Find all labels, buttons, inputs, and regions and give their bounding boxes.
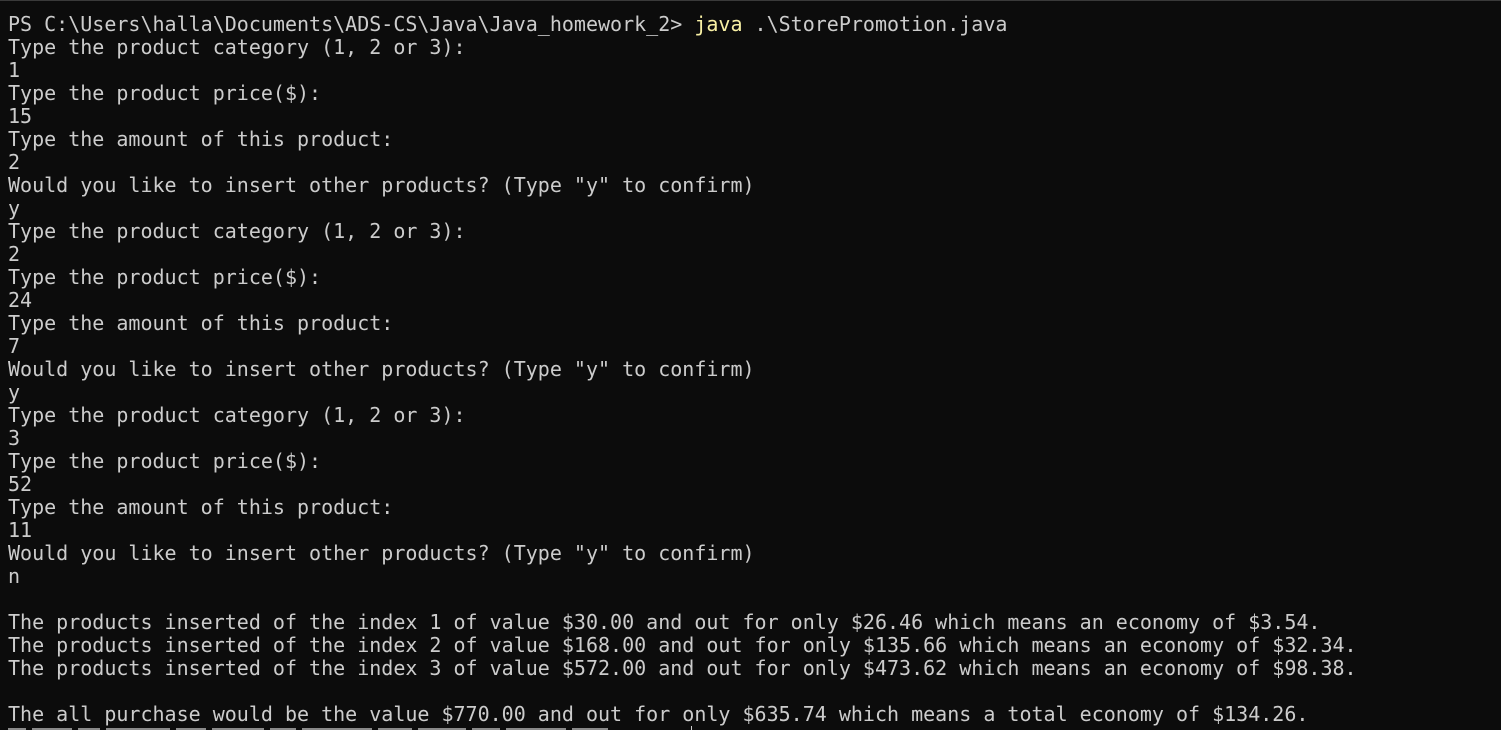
output-line: Would you like to insert other products?… [8,357,755,381]
input-line: 52 [8,472,33,496]
input-line: 2 [8,242,21,266]
output-line: Type the product category (1, 2 or 3): [8,403,466,427]
input-line: 15 [8,104,33,128]
output-line: Type the product price($): [8,449,322,473]
command-args: .\StorePromotion.java [742,12,1008,36]
text-cursor [691,726,692,730]
terminal-window[interactable]: PS C:\Users\halla\Documents\ADS-CS\Java\… [0,0,1501,730]
output-line: Type the product price($): [8,81,322,105]
command-prompt-line: PS C:\Users\halla\Documents\ADS-CS\Java\… [8,13,1501,36]
result-line: The products inserted of the index 3 of … [8,656,1357,680]
input-line: 2 [8,150,21,174]
command-keyword: java [694,12,743,36]
output-line: Type the product category (1, 2 or 3): [8,35,466,59]
input-line: 1 [8,58,21,82]
prompt-path: PS C:\Users\halla\Documents\ADS-CS\Java\… [8,12,695,36]
input-line: y [8,380,21,404]
result-line: The products inserted of the index 2 of … [8,633,1357,657]
output-line: Type the amount of this product: [8,127,394,151]
output-line: Would you like to insert other products?… [8,541,755,565]
input-line: 11 [8,518,33,542]
input-line: 24 [8,288,33,312]
result-line: The products inserted of the index 1 of … [8,610,1321,634]
output-line: Type the amount of this product: [8,495,394,519]
output-line: Would you like to insert other products?… [8,173,755,197]
input-line: y [8,196,21,220]
output-line: Type the product category (1, 2 or 3): [8,219,466,243]
output-line: Type the amount of this product: [8,311,394,335]
total-result-line: The all purchase would be the value $770… [8,702,1309,726]
output-line: Type the product price($): [8,265,322,289]
input-line: 7 [8,334,21,358]
input-line: n [8,564,21,588]
input-line: 3 [8,426,21,450]
